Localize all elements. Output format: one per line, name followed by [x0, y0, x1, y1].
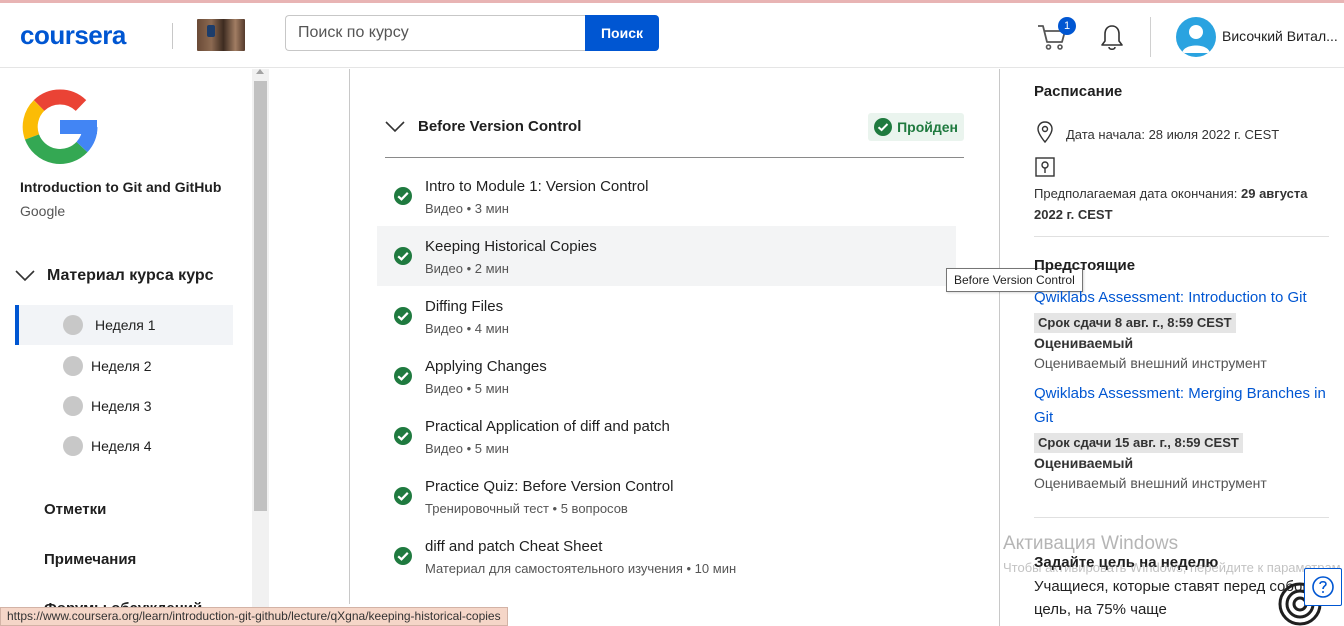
- completed-check-icon: [394, 187, 412, 205]
- flag-finish-icon: [1035, 157, 1055, 177]
- upcoming-assignment-link-2[interactable]: Qwiklabs Assessment: Merging Branches in…: [1034, 382, 1334, 430]
- sidebar-item-grades[interactable]: Отметки: [44, 501, 106, 518]
- passed-badge: Пройден: [868, 113, 964, 141]
- module-item-meta: Видео • 2 мин: [425, 261, 509, 276]
- schedule-divider: [1034, 236, 1329, 237]
- assignment-type: Оцениваемый внешний инструмент: [1034, 355, 1267, 371]
- module-item[interactable]: Intro to Module 1: Version Control Видео …: [377, 166, 956, 226]
- module-item[interactable]: Practice Quiz: Before Version Control Тре…: [377, 466, 956, 526]
- module-item-meta: Тренировочный тест • 5 вопросов: [425, 501, 628, 516]
- module-item-title[interactable]: Practical Application of diff and patch: [425, 418, 670, 435]
- module-item[interactable]: Keeping Historical Copies Видео • 2 мин: [377, 226, 956, 286]
- search-button[interactable]: Поиск: [585, 15, 659, 51]
- week-progress-icon: [63, 356, 83, 376]
- module-item-title[interactable]: Applying Changes: [425, 358, 547, 375]
- module-item-meta: Материал для самостоятельного изучения •…: [425, 561, 737, 576]
- passed-label: Пройден: [897, 119, 958, 135]
- user-avatar[interactable]: [1176, 17, 1216, 57]
- check-circle-icon: [874, 118, 893, 136]
- deadline-badge: Срок сдачи 8 авг. г., 8:59 CEST: [1034, 313, 1236, 333]
- windows-activation-title: Активация Windows: [1003, 533, 1179, 554]
- course-sidebar: Introduction to Git and GitHub Google Ма…: [0, 69, 252, 626]
- module-item[interactable]: Applying Changes Видео • 5 мин: [377, 346, 956, 406]
- main-right-divider: [999, 69, 1000, 626]
- coursera-logo[interactable]: coursera: [20, 20, 126, 51]
- completed-check-icon: [394, 367, 412, 385]
- module-header[interactable]: Before Version Control Пройден: [385, 110, 964, 158]
- module-item[interactable]: Practical Application of diff and patch В…: [377, 406, 956, 466]
- week-label: Неделя 1: [95, 317, 156, 333]
- graded-label: Оцениваемый: [1034, 335, 1134, 351]
- module-title: Before Version Control: [418, 118, 582, 135]
- module-item-title[interactable]: Keeping Historical Copies: [425, 238, 597, 255]
- module-item[interactable]: Diffing Files Видео • 4 мин: [377, 286, 956, 346]
- user-name[interactable]: Височкий Витал...: [1222, 28, 1338, 44]
- end-date-label: Предполагаемая дата окончания:: [1034, 186, 1241, 201]
- end-date-value: 29 августа: [1241, 186, 1308, 201]
- sidebar-scrollbar[interactable]: [252, 69, 269, 626]
- main-left-divider: [349, 69, 350, 604]
- location-pin-icon: [1037, 121, 1053, 144]
- header-divider: [172, 23, 173, 49]
- week-progress-icon: [63, 315, 83, 335]
- scroll-up-arrow-icon[interactable]: [256, 69, 264, 74]
- week-label: Неделя 3: [91, 398, 152, 414]
- deadline-badge: Срок сдачи 15 авг. г., 8:59 CEST: [1034, 433, 1243, 453]
- module-item-title[interactable]: Intro to Module 1: Version Control: [425, 178, 648, 195]
- schedule-heading: Расписание: [1034, 83, 1123, 100]
- help-button[interactable]: [1304, 568, 1342, 606]
- module-item-meta: Видео • 5 мин: [425, 441, 509, 456]
- sidebar-item-week-4[interactable]: Неделя 4: [15, 426, 233, 466]
- completed-check-icon: [394, 487, 412, 505]
- module-item-title[interactable]: Practice Quiz: Before Version Control: [425, 478, 673, 495]
- end-date-year: 2022 г. CEST: [1034, 207, 1113, 222]
- top-header: coursera Поиск 1 Височкий Витал...: [0, 3, 1344, 68]
- sidebar-item-week-3[interactable]: Неделя 3: [15, 386, 233, 426]
- sidebar-item-week-1[interactable]: Неделя 1: [15, 305, 233, 345]
- week-label: Неделя 4: [91, 438, 152, 454]
- upcoming-assignment-link-1[interactable]: Qwiklabs Assessment: Introduction to Git: [1034, 286, 1334, 310]
- completed-check-icon: [394, 547, 412, 565]
- scrollbar-thumb[interactable]: [254, 81, 267, 511]
- question-circle-icon: [1312, 576, 1334, 598]
- course-title[interactable]: Introduction to Git and GitHub: [20, 179, 221, 195]
- end-date: Предполагаемая дата окончания: 29 август…: [1034, 183, 1334, 225]
- course-thumbnail[interactable]: [197, 19, 245, 51]
- user-silhouette-icon: [1182, 25, 1210, 53]
- course-organization: Google: [20, 203, 66, 219]
- browser-status-url: https://www.coursera.org/learn/introduct…: [0, 607, 508, 626]
- week-progress-icon: [63, 436, 83, 456]
- google-logo-icon: [22, 89, 98, 164]
- upcoming-divider: [1034, 517, 1329, 518]
- completed-check-icon: [394, 307, 412, 325]
- sidebar-item-notes[interactable]: Примечания: [44, 551, 136, 568]
- notification-bell-icon[interactable]: [1099, 23, 1125, 53]
- graded-label: Оцениваемый: [1034, 455, 1134, 471]
- week-label: Неделя 2: [91, 358, 152, 374]
- course-material-toggle[interactable]: Материал курса курс: [15, 267, 214, 285]
- course-search-input[interactable]: [285, 15, 585, 51]
- upcoming-heading: Предстоящие: [1034, 257, 1136, 274]
- chevron-down-icon: [385, 121, 405, 133]
- header-divider-right: [1150, 17, 1151, 57]
- completed-check-icon: [394, 427, 412, 445]
- module-item-meta: Видео • 4 мин: [425, 321, 509, 336]
- completed-check-icon: [394, 247, 412, 265]
- week-progress-icon: [63, 396, 83, 416]
- module-item-title[interactable]: Diffing Files: [425, 298, 503, 315]
- cart-count-badge: 1: [1058, 17, 1076, 35]
- course-material-label: Материал курса курс: [47, 267, 214, 284]
- module-item-title[interactable]: diff and patch Cheat Sheet: [425, 538, 602, 555]
- module-item-meta: Видео • 3 мин: [425, 201, 509, 216]
- module-item[interactable]: diff and patch Cheat Sheet Материал для с…: [377, 526, 956, 586]
- start-date: Дата начала: 28 июля 2022 г. CEST: [1066, 127, 1280, 142]
- chevron-down-icon: [15, 270, 35, 282]
- module-item-meta: Видео • 5 мин: [425, 381, 509, 396]
- assignment-type: Оцениваемый внешний инструмент: [1034, 475, 1267, 491]
- sidebar-item-week-2[interactable]: Неделя 2: [15, 346, 233, 386]
